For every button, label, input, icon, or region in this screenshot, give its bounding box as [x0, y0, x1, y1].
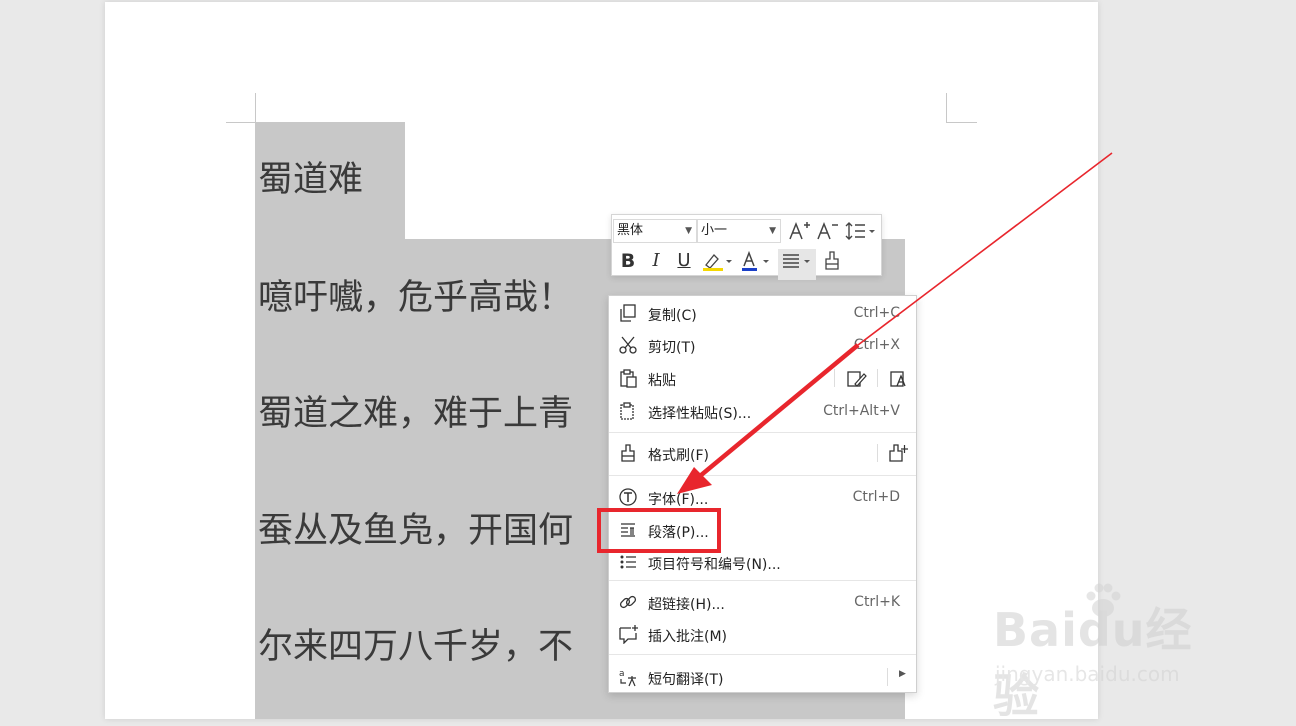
svg-text:a: a	[619, 669, 625, 679]
menu-item-label: 超链接(H)...	[648, 597, 725, 613]
menu-item-paste[interactable]: 粘贴	[609, 363, 916, 393]
menu-divider	[887, 668, 888, 686]
link-icon	[619, 595, 637, 609]
menu-divider	[877, 369, 878, 387]
brush-icon	[825, 251, 839, 270]
menu-item-paste-special[interactable]: 选择性粘贴(S)... Ctrl+Alt+V	[609, 396, 916, 426]
document-text-line[interactable]: 蚕丛及鱼凫，开国何	[258, 511, 573, 551]
grow-font-icon	[789, 221, 810, 240]
menu-item-copy[interactable]: 复制(C) Ctrl+C	[609, 298, 916, 328]
menu-item-label: 剪切(T)	[648, 340, 696, 356]
menu-divider	[877, 444, 878, 462]
menu-item-label: 短句翻译(T)	[648, 672, 724, 688]
watermark-url: jingyan.baidu.com	[995, 662, 1180, 686]
line-spacing-button[interactable]	[844, 219, 878, 250]
menu-item-shortcut: Ctrl+D	[852, 489, 900, 505]
paste-special-icon	[620, 402, 634, 420]
menu-item-label: 字体(F)...	[648, 492, 709, 508]
menu-item-translate[interactable]: a 短句翻译(T) ▶	[609, 662, 916, 692]
menu-item-format-painter[interactable]: 格式刷(F)	[609, 438, 916, 468]
font-icon	[619, 488, 637, 506]
menu-item-label: 复制(C)	[648, 308, 697, 324]
margin-corner-mark	[255, 93, 256, 123]
align-justify-icon	[783, 254, 810, 268]
format-painter-lock-icon[interactable]	[888, 443, 910, 463]
document-text-line[interactable]: 蜀道之难，难于上青	[258, 394, 573, 434]
menu-item-shortcut: Ctrl+C	[853, 305, 900, 321]
document-title-line[interactable]: 蜀道难	[258, 160, 363, 200]
align-button[interactable]	[778, 249, 816, 280]
underline-icon[interactable]: U	[672, 249, 696, 273]
margin-corner-mark	[946, 93, 947, 123]
comment-icon	[619, 625, 638, 644]
menu-item-label: 项目符号和编号(N)...	[648, 557, 781, 573]
chevron-down-icon: ▼	[685, 226, 692, 236]
font-color-icon	[742, 250, 769, 271]
document-text-line[interactable]: 尔来四万八千岁，不	[258, 627, 573, 667]
menu-item-shortcut: Ctrl+X	[853, 337, 900, 353]
margin-corner-mark	[947, 122, 977, 123]
annotation-highlight-box	[597, 508, 721, 553]
font-size-value: 小一	[701, 223, 728, 238]
mini-format-toolbar: 黑体 ▼ 小一 ▼ B I U	[611, 214, 882, 280]
menu-item-insert-comment[interactable]: 插入批注(M)	[609, 619, 916, 649]
copy-icon	[620, 304, 636, 322]
paste-text-only-icon[interactable]	[888, 368, 910, 388]
document-text-line[interactable]: 噫吁嚱，危乎高哉！	[258, 278, 573, 318]
menu-item-label: 插入批注(M)	[648, 629, 728, 645]
menu-separator	[609, 654, 916, 655]
grow-font-button[interactable]	[787, 219, 811, 250]
margin-corner-mark	[226, 122, 256, 123]
menu-separator	[609, 475, 916, 476]
paste-keep-format-icon[interactable]	[845, 368, 867, 388]
highlighter-icon	[703, 254, 732, 271]
chevron-down-icon: ▼	[769, 226, 776, 236]
format-painter-icon	[621, 444, 635, 462]
cut-icon	[619, 336, 637, 354]
shrink-font-button[interactable]	[815, 219, 839, 250]
chevron-right-icon[interactable]: ▶	[899, 669, 906, 679]
menu-item-hyperlink[interactable]: 超链接(H)... Ctrl+K	[609, 587, 916, 617]
baidu-watermark: Baidu经验 jingyan.baidu.com	[993, 582, 1233, 723]
paste-icon	[620, 369, 637, 388]
bullets-icon	[620, 555, 636, 569]
menu-item-shortcut: Ctrl+K	[854, 594, 900, 610]
font-size-dropdown[interactable]: 小一 ▼	[697, 219, 781, 243]
menu-item-label: 选择性粘贴(S)...	[648, 406, 752, 422]
menu-separator	[609, 580, 916, 581]
translate-icon: a	[619, 669, 636, 687]
bold-icon[interactable]: B	[616, 249, 640, 273]
shrink-font-icon	[817, 221, 838, 240]
highlight-button[interactable]	[700, 249, 736, 280]
font-color-button[interactable]	[738, 249, 774, 280]
menu-item-shortcut: Ctrl+Alt+V	[823, 403, 900, 419]
italic-icon[interactable]: I	[644, 249, 668, 273]
format-painter-button[interactable]	[820, 249, 844, 280]
watermark-brand: Baidu经验	[993, 603, 1193, 723]
font-name-value: 黑体	[617, 223, 644, 238]
menu-divider	[834, 369, 835, 387]
context-menu: 复制(C) Ctrl+C 剪切(T) Ctrl+X 粘贴 选择性粘贴(S)...…	[608, 295, 917, 693]
menu-item-cut[interactable]: 剪切(T) Ctrl+X	[609, 330, 916, 360]
line-spacing-icon	[845, 222, 875, 240]
menu-item-label: 粘贴	[648, 373, 676, 389]
menu-separator	[609, 432, 916, 433]
menu-item-label: 格式刷(F)	[648, 448, 709, 464]
font-name-dropdown[interactable]: 黑体 ▼	[613, 219, 697, 243]
